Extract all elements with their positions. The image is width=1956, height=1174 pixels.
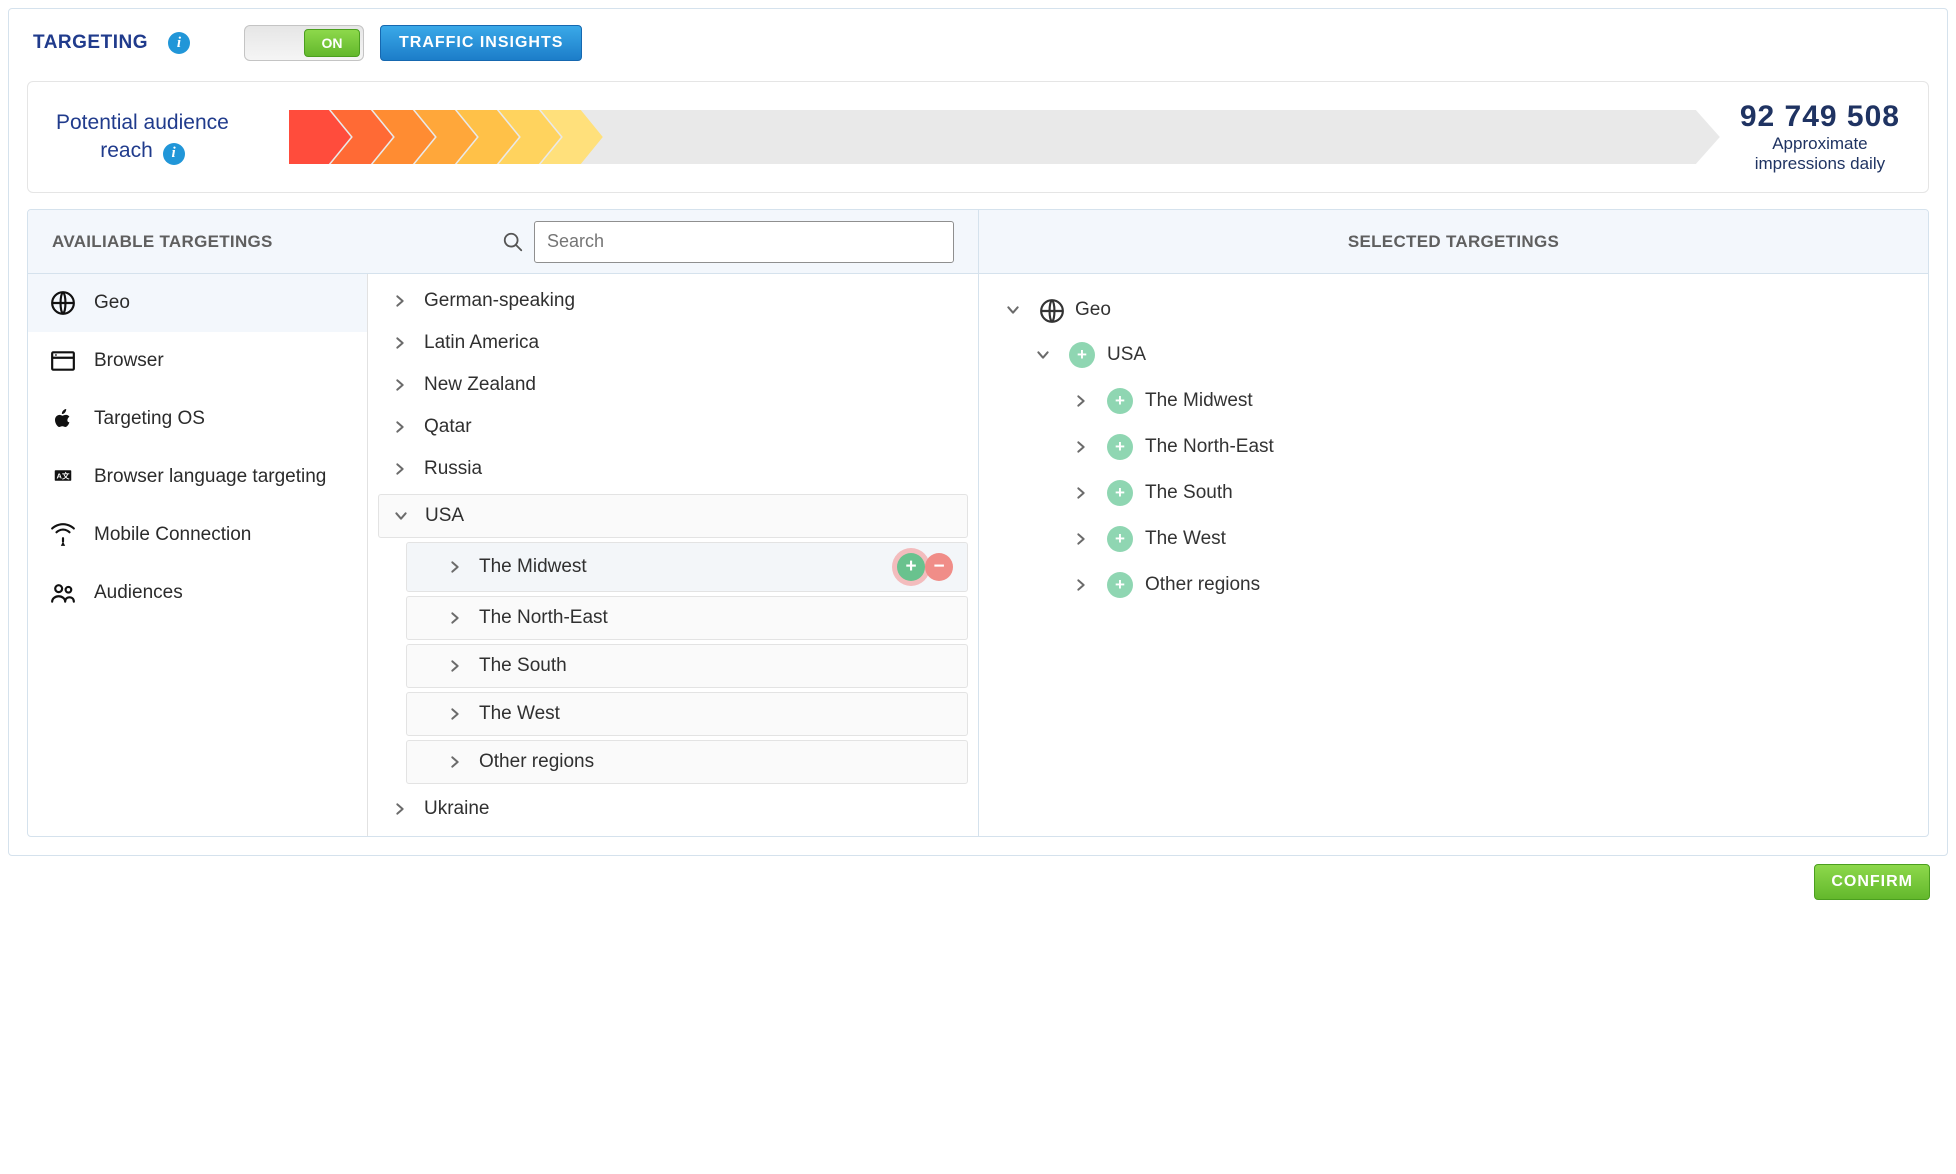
chevron-down-icon [1005,302,1021,318]
include-icon: + [1107,572,1133,598]
chevron-right-icon [447,610,463,626]
search-icon [502,231,524,253]
category-targeting-os[interactable]: Targeting OS [28,390,367,448]
chevron-right-icon [447,754,463,770]
selected-targetings-header: SELECTED TARGETINGS [1348,232,1559,252]
tree-item[interactable]: Latin America [378,322,968,364]
page-title: TARGETING [33,32,148,54]
reach-chevron-bar [289,110,1720,164]
chevron-right-icon [1073,531,1089,547]
search-input[interactable] [534,221,954,263]
people-icon [50,580,76,606]
category-browser-language-targeting[interactable]: A文 Browser language targeting [28,448,367,506]
tree-subitem[interactable]: The Midwest+− [406,542,968,592]
reach-stats: 92 749 508 Approximate impressions daily [1740,100,1900,174]
chevron-right-icon [392,419,408,435]
reach-label: Potential audience reach i [56,109,229,164]
chevron-right-icon [447,658,463,674]
traffic-insights-button[interactable]: TRAFFIC INSIGHTS [380,25,582,61]
category-label: Targeting OS [94,408,205,430]
include-icon: + [1107,480,1133,506]
globe-icon [50,290,76,316]
targeting-toggle[interactable]: ON [244,25,364,61]
selected-region[interactable]: +The Midwest [1001,378,1906,424]
selected-region[interactable]: +The North-East [1001,424,1906,470]
category-label: Geo [94,292,130,314]
chevron-right-icon [1073,577,1089,593]
chevron-right-icon [392,801,408,817]
category-label: Browser [94,350,164,372]
category-label: Browser language targeting [94,466,326,488]
selected-country[interactable]: +USA [1001,332,1906,378]
tree-item[interactable]: New Zealand [378,364,968,406]
tree-item[interactable]: Russia [378,448,968,490]
tree-item-expanded[interactable]: USA [378,494,968,538]
toggle-on-knob: ON [304,29,360,57]
apple-icon [50,406,76,432]
info-icon[interactable]: i [168,32,190,54]
selected-region[interactable]: +Other regions [1001,562,1906,608]
confirm-button[interactable]: CONFIRM [1814,864,1930,900]
chevron-right-icon [1073,439,1089,455]
tree-item[interactable]: Ukraine [378,788,968,830]
tree-subitem[interactable]: The South [406,644,968,688]
globe-icon [1039,298,1063,322]
include-icon: + [1107,526,1133,552]
chevron-right-icon [392,293,408,309]
tree-subitem[interactable]: Other regions [406,740,968,784]
lang-icon: A文 [50,464,76,490]
tree-subitem[interactable]: The West [406,692,968,736]
category-mobile-connection[interactable]: Mobile Connection [28,506,367,564]
include-icon: + [1107,388,1133,414]
category-geo[interactable]: Geo [28,274,367,332]
selected-region[interactable]: +The West [1001,516,1906,562]
include-icon: + [1069,342,1095,368]
chevron-right-icon [447,559,463,575]
info-icon[interactable]: i [163,143,185,165]
category-browser[interactable]: Browser [28,332,367,390]
category-audiences[interactable]: Audiences [28,564,367,622]
include-icon: + [1107,434,1133,460]
available-targetings-header: AVAILIABLE TARGETINGS [52,232,273,252]
category-label: Mobile Connection [94,524,251,546]
chevron-down-icon [393,508,409,524]
tree-item[interactable]: German-speaking [378,280,968,322]
selected-region[interactable]: +The South [1001,470,1906,516]
signal-icon [50,522,76,548]
chevron-right-icon [392,377,408,393]
tree-subitem[interactable]: The North-East [406,596,968,640]
selected-root[interactable]: Geo [1001,288,1906,332]
category-label: Audiences [94,582,183,604]
browser-icon [50,348,76,374]
chevron-right-icon [447,706,463,722]
chevron-down-icon [1035,347,1051,363]
chevron-right-icon [392,461,408,477]
chevron-right-icon [392,335,408,351]
chevron-right-icon [1073,393,1089,409]
add-icon[interactable]: + [897,553,925,581]
chevron-right-icon [1073,485,1089,501]
tree-item[interactable]: Qatar [378,406,968,448]
svg-text:A文: A文 [57,471,70,481]
audience-reach-card: Potential audience reach i 92 749 508 Ap… [27,81,1929,193]
remove-icon[interactable]: − [925,553,953,581]
